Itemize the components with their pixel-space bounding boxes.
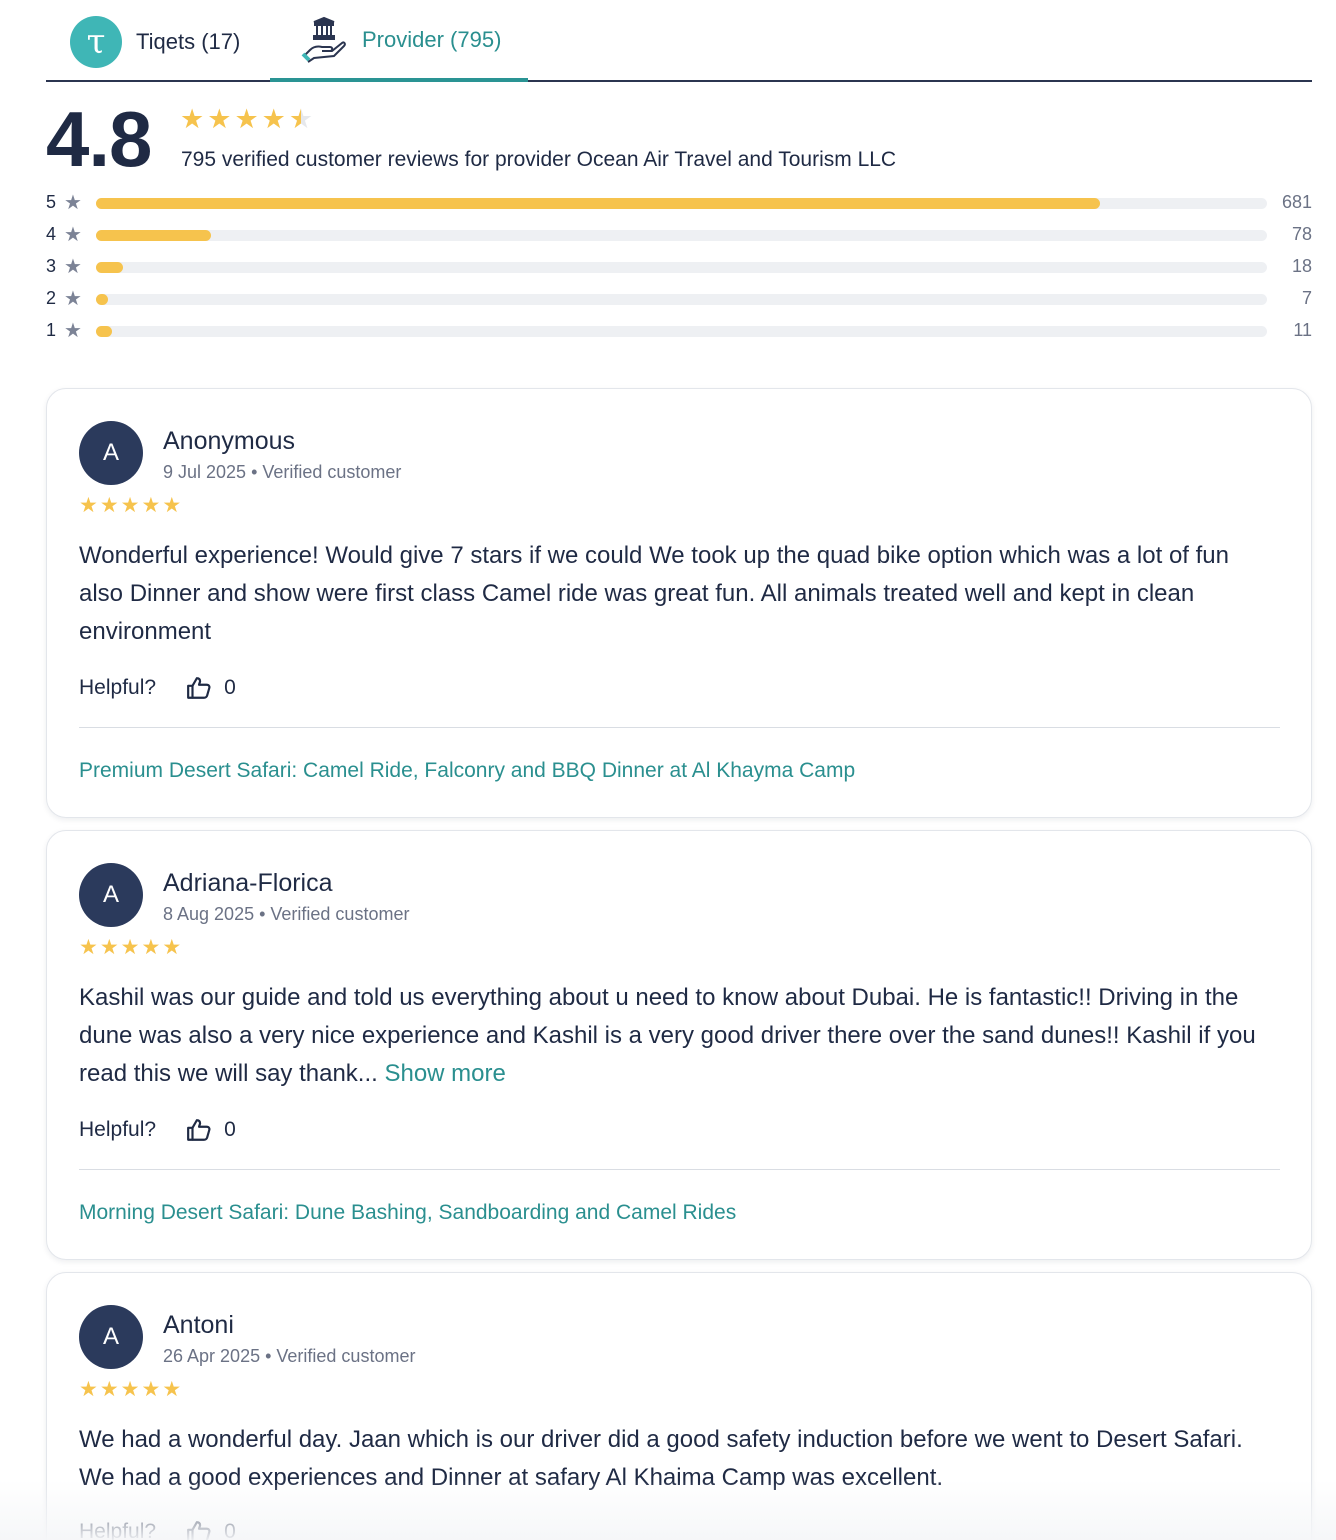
star-icon: ★ [141,494,161,517]
summary-star-rating: ★ ★ ★ ★ ★ [180,106,313,133]
star-icon: ★ [99,936,119,959]
star-icon: ★ [162,936,182,959]
distribution-bar-fill [96,294,108,305]
distribution-count: 11 [1293,320,1312,340]
star-icon: ★ [120,1378,140,1401]
review-card: A Anonymous 9 Jul 2025 • Verified customer… [46,388,1312,818]
distribution-bar-track [96,230,1267,241]
star-icon: ★ [64,288,82,310]
review-star-rating: ★ ★ ★ ★ ★ [79,1379,181,1400]
helpful-row: Helpful? 0 [79,675,236,701]
review-star-rating: ★ ★ ★ ★ ★ [79,937,181,958]
star-icon: ★ [64,256,82,278]
star-icon: ★ [64,224,82,246]
tab-provider[interactable]: Provider (795) [270,0,528,82]
distribution-star-level: 4 [46,224,57,244]
star-icon: ★ [207,104,232,134]
star-icon: ★ [79,936,98,959]
star-icon: ★ [141,1378,161,1401]
distribution-bar-track [96,262,1267,273]
review-source-tabs: τ Tiqets (17) Provider (795) [46,0,1312,82]
star-icon: ★ [234,104,259,134]
tab-tiqets[interactable]: τ Tiqets (17) [70,0,270,82]
review-text: Wonderful experience! Would give 7 stars… [79,537,1279,651]
star-icon: ★ [79,494,98,517]
distribution-row-5: 5 ★ 681 [46,190,1312,222]
star-icon: ★ [99,1378,119,1401]
review-star-rating: ★ ★ ★ ★ ★ [79,495,181,516]
review-card: A Adriana-Florica 8 Aug 2025 • Verified cu… [46,830,1312,1260]
distribution-star-level: 2 [46,288,57,308]
thumbs-up-icon[interactable] [186,675,212,701]
star-icon: ★ [120,936,140,959]
card-divider [79,727,1280,728]
review-meta: 26 Apr 2025 • Verified customer [163,1346,416,1366]
helpful-row: Helpful? 0 [79,1117,236,1143]
distribution-star-level: 1 [46,320,57,340]
star-icon: ★ [64,320,82,342]
star-icon: ★ [99,494,119,517]
distribution-bar-fill [96,326,113,337]
product-link[interactable]: Premium Desert Safari: Camel Ride, Falco… [79,759,855,783]
avatar: A [79,863,143,927]
distribution-count: 7 [1301,288,1312,308]
star-icon: ★ [261,104,286,134]
review-body-text: Kashil was our guide and told us everyth… [79,984,1256,1087]
star-icon: ★ [120,494,140,517]
product-link[interactable]: Morning Desert Safari: Dune Bashing, San… [79,1201,736,1225]
distribution-row-2: 2 ★ 7 [46,286,1312,318]
star-icon: ★ [180,104,205,134]
distribution-count: 78 [1291,224,1312,244]
distribution-row-1: 1 ★ 11 [46,318,1312,350]
avatar: A [79,421,143,485]
provider-building-hand-icon [301,16,346,63]
distribution-bar-track [96,294,1267,305]
reviewer-name: Adriana-Florica [163,869,333,897]
distribution-bar-track [96,198,1267,209]
review-text: Kashil was our guide and told us everyth… [79,979,1279,1093]
distribution-bar-fill [96,262,123,273]
star-icon: ★ [162,1378,182,1401]
rating-distribution: 5 ★ 681 4 ★ 78 3 ★ 18 2 ★ 7 1 ★ 11 [46,190,1312,350]
helpful-count: 0 [224,676,236,699]
show-more-link[interactable]: Show more [384,1060,505,1087]
distribution-row-4: 4 ★ 78 [46,222,1312,254]
tiqets-logo-icon: τ [70,16,122,68]
avatar: A [79,1305,143,1369]
distribution-bar-track [96,326,1267,337]
distribution-row-3: 3 ★ 18 [46,254,1312,286]
helpful-count: 0 [224,1118,236,1141]
review-meta: 9 Jul 2025 • Verified customer [163,462,402,482]
review-body-text: Wonderful experience! Would give 7 stars… [79,542,1229,645]
distribution-bar-fill [96,230,211,241]
card-divider [79,1169,1280,1170]
review-meta: 8 Aug 2025 • Verified customer [163,904,410,924]
thumbs-up-icon[interactable] [186,1117,212,1143]
star-icon: ★ [64,192,82,214]
tab-provider-label: Provider (795) [362,27,502,52]
bottom-fade-overlay [0,1480,1336,1540]
tab-tiqets-label: Tiqets (17) [136,29,241,54]
reviewer-name: Anonymous [163,427,296,455]
reviewer-name: Antoni [163,1311,234,1339]
summary-review-count-text: 795 verified customer reviews for provid… [181,148,897,171]
distribution-star-level: 5 [46,192,57,212]
helpful-label: Helpful? [79,676,157,699]
distribution-bar-fill [96,198,1100,209]
helpful-label: Helpful? [79,1118,157,1141]
average-rating: 4.8 [46,95,152,183]
distribution-star-level: 3 [46,256,57,276]
star-icon: ★ [79,1378,98,1401]
distribution-count: 681 [1281,192,1312,212]
star-icon: ★ [162,494,182,517]
star-icon: ★ [141,936,161,959]
distribution-count: 18 [1291,256,1312,276]
half-star-icon: ★ [288,104,314,134]
